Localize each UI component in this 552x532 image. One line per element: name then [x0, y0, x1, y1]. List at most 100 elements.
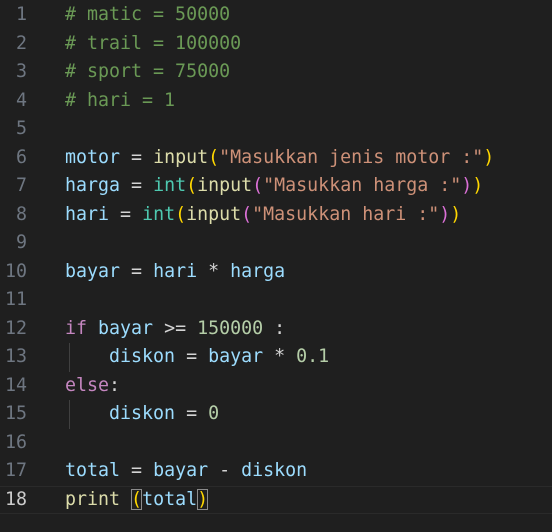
code-token: )	[461, 175, 473, 196]
code-token: hari	[65, 203, 110, 225]
code-token: int	[153, 175, 187, 196]
line-number: 10	[4, 260, 27, 282]
code-text[interactable]: diskon = bayar * 0.1	[65, 343, 329, 372]
code-text[interactable]: bayar = hari * harga	[65, 258, 285, 287]
line-number: 14	[4, 374, 27, 396]
line-number: 9	[15, 232, 27, 253]
line-number: 6	[15, 146, 27, 168]
code-token: input	[186, 203, 242, 225]
code-token: harga	[230, 260, 286, 282]
code-token: "Masukkan jenis motor :"	[219, 146, 484, 168]
code-token: # trail = 100000	[65, 32, 242, 54]
code-token: )	[472, 175, 484, 196]
code-token: )	[439, 203, 451, 225]
code-token: :	[263, 317, 286, 339]
code-text[interactable]: if bayar >= 150000 :	[65, 315, 285, 344]
code-line[interactable]: 5	[0, 115, 552, 144]
code-line[interactable]: 7 harga = int(input("Masukkan harga :"))	[0, 172, 552, 201]
code-token: (	[208, 146, 220, 168]
code-token: =	[120, 146, 154, 168]
code-token: total	[142, 488, 198, 510]
code-line[interactable]: 1 # matic = 50000	[0, 1, 552, 30]
code-text[interactable]: hari = int(input("Masukkan hari :"))	[65, 201, 461, 230]
code-line[interactable]: 6 motor = input("Masukkan jenis motor :")	[0, 144, 552, 173]
code-token: diskon	[109, 346, 176, 367]
code-line[interactable]: 4 # hari = 1	[0, 87, 552, 116]
code-text[interactable]: print (total)	[65, 486, 209, 515]
code-line[interactable]: 18 print (total)	[0, 486, 552, 515]
code-token: (	[131, 488, 143, 510]
code-token: total	[65, 460, 121, 481]
code-token: >=	[153, 317, 198, 339]
code-token: )	[483, 146, 495, 168]
code-line[interactable]: 13 diskon = bayar * 0.1	[0, 343, 552, 372]
code-text[interactable]: diskon = 0	[65, 400, 219, 429]
code-token: 0	[208, 403, 220, 424]
code-token: if	[65, 317, 88, 339]
line-number: 8	[15, 203, 27, 225]
line-number: 3	[15, 61, 27, 82]
code-token: # hari = 1	[65, 89, 176, 111]
code-token: (	[175, 203, 187, 225]
code-token: :	[109, 374, 121, 396]
code-token: (	[252, 175, 264, 196]
code-text[interactable]: # trail = 100000	[65, 30, 241, 59]
code-line[interactable]: 9	[0, 229, 552, 258]
code-line[interactable]: 12 if bayar >= 150000 :	[0, 315, 552, 344]
code-token: =	[175, 346, 209, 367]
code-line[interactable]: 10 bayar = hari * harga	[0, 258, 552, 287]
code-text[interactable]: harga = int(input("Masukkan harga :"))	[65, 172, 483, 201]
code-token: *	[197, 260, 231, 282]
code-text[interactable]: # hari = 1	[65, 87, 175, 116]
code-token: 150000	[197, 317, 264, 339]
code-token: bayar	[208, 346, 264, 367]
code-token: =	[120, 175, 154, 196]
code-line[interactable]: 17 total = bayar - diskon	[0, 457, 552, 486]
code-editor[interactable]: 1 # matic = 50000 2 # trail = 100000 3 # spor…	[0, 0, 552, 532]
code-token: input	[153, 146, 209, 168]
line-number: 7	[15, 175, 27, 196]
line-number: 11	[4, 289, 27, 310]
line-number: 15	[4, 403, 27, 424]
code-token: input	[197, 175, 253, 196]
code-text[interactable]: else:	[65, 372, 120, 401]
code-token: int	[142, 203, 176, 225]
code-text[interactable]: # matic = 50000	[65, 1, 230, 30]
code-token: # sport = 75000	[65, 61, 231, 82]
code-token: =	[120, 460, 154, 481]
code-text[interactable]: # sport = 75000	[65, 58, 230, 87]
code-line[interactable]: 2 # trail = 100000	[0, 30, 552, 59]
code-token: diskon	[241, 460, 308, 481]
code-token: 0.1	[296, 346, 330, 367]
line-number: 16	[4, 431, 27, 453]
code-text[interactable]: total = bayar - diskon	[65, 457, 307, 486]
code-token: )	[450, 203, 462, 225]
code-token: else	[65, 374, 110, 396]
code-text[interactable]: motor = input("Masukkan jenis motor :")	[65, 144, 494, 173]
code-line[interactable]: 15 diskon = 0	[0, 400, 552, 429]
line-number: 17	[4, 460, 27, 481]
code-token: bayar	[98, 317, 154, 339]
code-token: bayar	[65, 260, 121, 282]
code-token: print	[65, 488, 121, 510]
code-token: *	[263, 346, 297, 367]
code-line[interactable]: 3 # sport = 75000	[0, 58, 552, 87]
code-line[interactable]: 16	[0, 429, 552, 458]
code-token: -	[208, 460, 242, 481]
code-token: "Masukkan hari :"	[252, 203, 440, 225]
line-number: 5	[15, 118, 27, 139]
code-token: harga	[65, 175, 121, 196]
line-number: 12	[4, 317, 27, 339]
code-token: bayar	[153, 460, 209, 481]
code-token: )	[197, 488, 209, 510]
code-line[interactable]: 8 hari = int(input("Masukkan hari :"))	[0, 201, 552, 230]
line-number: 1	[15, 4, 27, 25]
code-line[interactable]: 11	[0, 286, 552, 315]
code-line[interactable]: 14 else:	[0, 372, 552, 401]
code-token: # matic = 50000	[65, 4, 231, 25]
code-lines[interactable]: 1 # matic = 50000 2 # trail = 100000 3 # spor…	[0, 1, 552, 514]
line-number: 18	[4, 488, 27, 510]
